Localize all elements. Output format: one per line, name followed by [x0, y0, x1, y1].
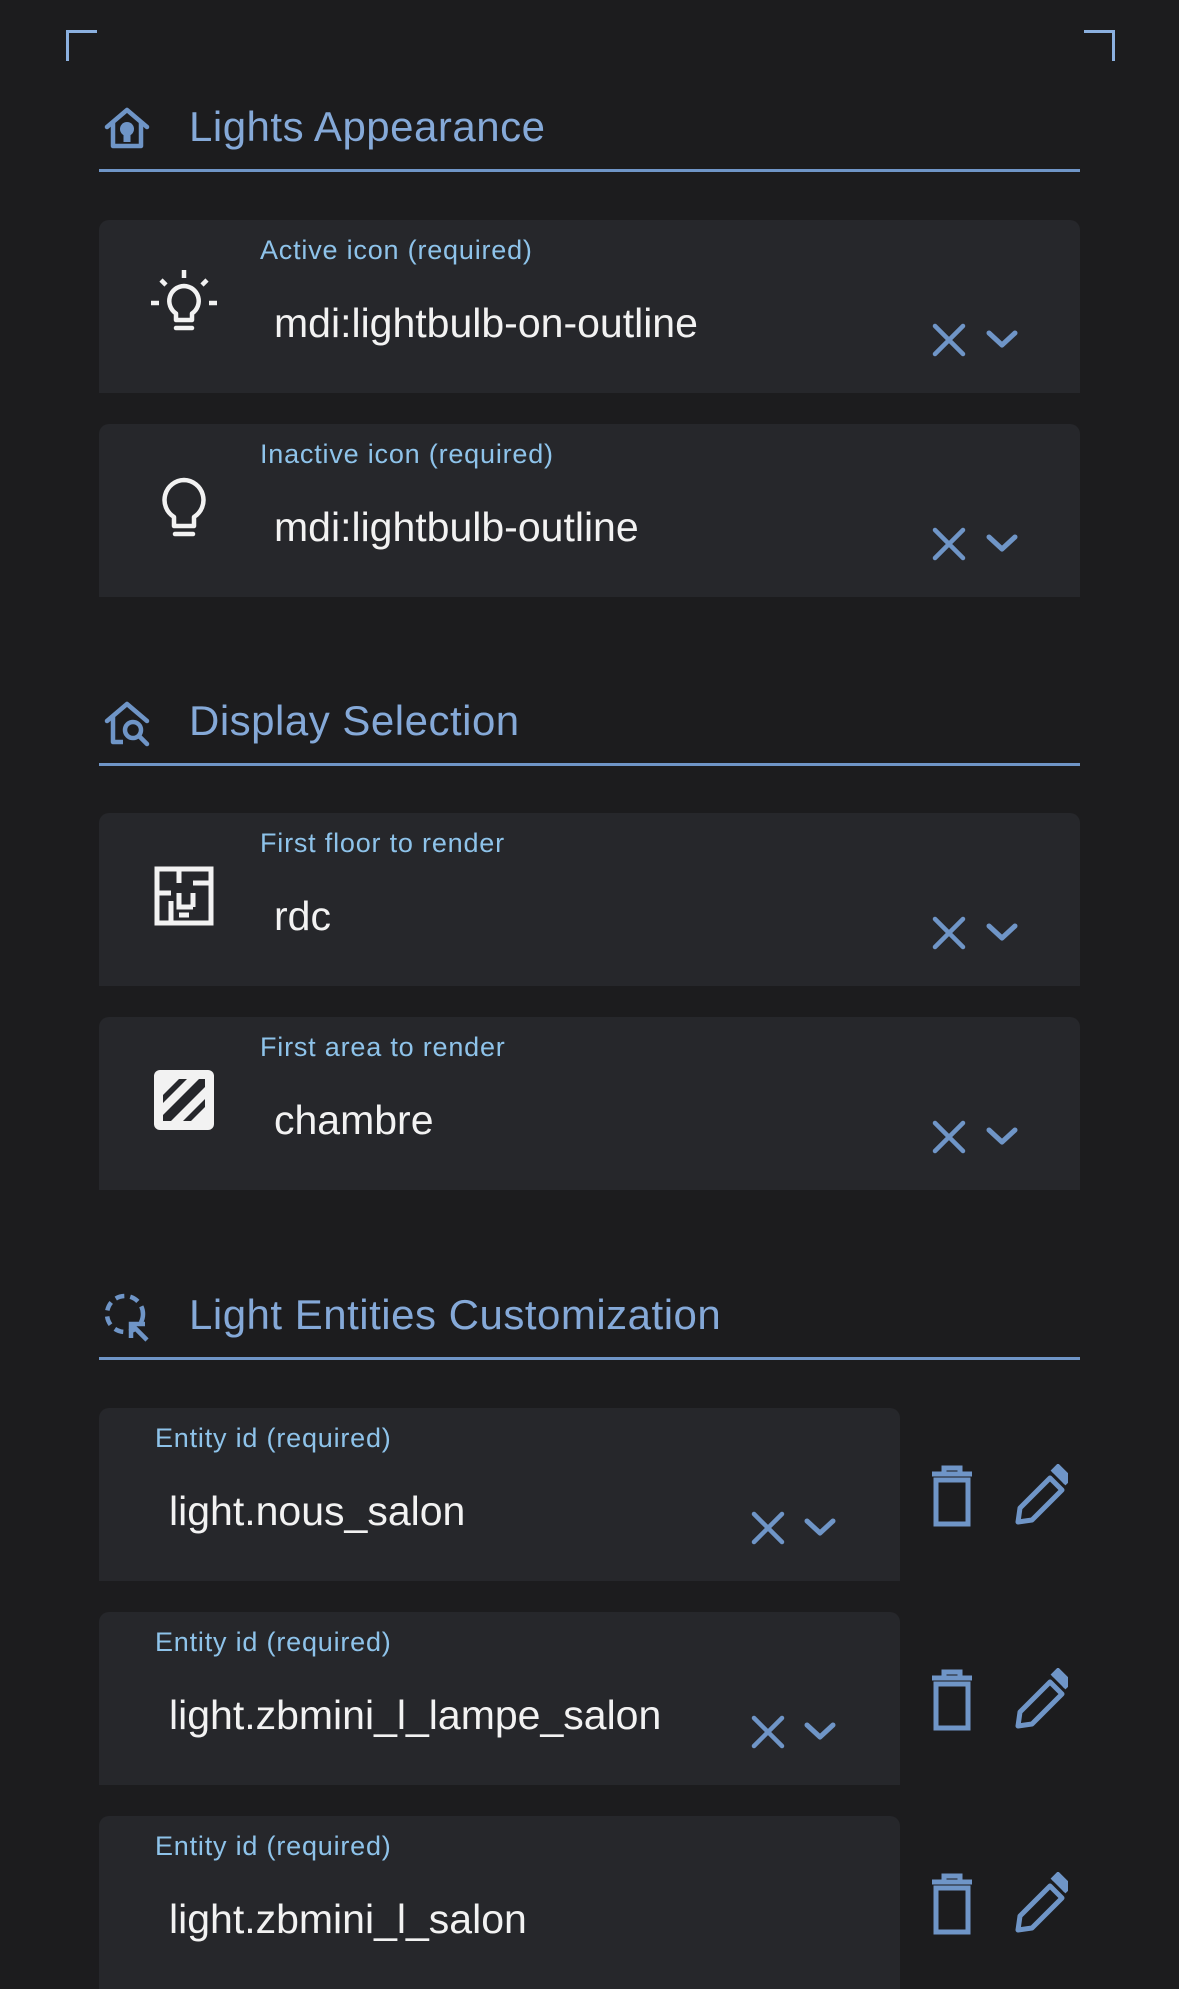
- home-lightbulb-icon: [101, 102, 153, 154]
- close-icon[interactable]: [929, 320, 969, 360]
- section-title: Light Entities Customization: [189, 1291, 722, 1338]
- field-label: First area to render: [260, 1032, 506, 1062]
- field-label: First floor to render: [260, 828, 505, 858]
- trash-can-icon[interactable]: [924, 1464, 980, 1528]
- chevron-down-icon[interactable]: [984, 919, 1020, 945]
- corner-marker-top-left: [66, 30, 97, 61]
- chevron-down-icon[interactable]: [984, 1123, 1020, 1149]
- field-value[interactable]: mdi:lightbulb-on-outline: [274, 298, 698, 348]
- entity-field[interactable]: Entity id (required) light.zbmini_l_lamp…: [99, 1612, 900, 1785]
- first-floor-field[interactable]: First floor to render rdc: [99, 813, 1080, 986]
- lightbulb-outline-icon: [149, 472, 219, 542]
- close-icon[interactable]: [929, 913, 969, 953]
- field-value[interactable]: light.nous_salon: [169, 1486, 465, 1536]
- pencil-icon[interactable]: [1012, 1872, 1068, 1936]
- inactive-icon-field[interactable]: Inactive icon (required) mdi:lightbulb-o…: [99, 424, 1080, 597]
- pencil-icon[interactable]: [1012, 1668, 1068, 1732]
- field-value[interactable]: light.zbmini_l_lampe_salon: [169, 1690, 661, 1740]
- field-value[interactable]: mdi:lightbulb-outline: [274, 502, 639, 552]
- entity-field[interactable]: Entity id (required) light.nous_salon: [99, 1408, 900, 1581]
- chevron-down-icon[interactable]: [984, 530, 1020, 556]
- trash-can-icon[interactable]: [924, 1668, 980, 1732]
- close-icon[interactable]: [929, 524, 969, 564]
- field-value[interactable]: chambre: [274, 1095, 434, 1145]
- home-search-icon: [101, 696, 153, 748]
- chevron-down-icon[interactable]: [984, 326, 1020, 352]
- chevron-down-icon[interactable]: [802, 1514, 838, 1540]
- field-label: Active icon (required): [260, 235, 533, 265]
- field-label: Inactive icon (required): [260, 439, 554, 469]
- selection-ellipse-arrow-icon: [101, 1290, 153, 1342]
- field-label: Entity id (required): [155, 1423, 392, 1453]
- section-light-entities: Light Entities Customization: [99, 1288, 1080, 1360]
- active-icon-field[interactable]: Active icon (required) mdi:lightbulb-on-…: [99, 220, 1080, 393]
- section-display-selection: Display Selection: [99, 694, 1080, 766]
- entity-field[interactable]: Entity id (required) light.zbmini_l_salo…: [99, 1816, 900, 1989]
- chevron-down-icon[interactable]: [802, 1718, 838, 1744]
- lightbulb-on-outline-icon: [149, 268, 219, 338]
- close-icon[interactable]: [929, 1117, 969, 1157]
- field-label: Entity id (required): [155, 1627, 392, 1657]
- field-value[interactable]: light.zbmini_l_salon: [169, 1894, 527, 1944]
- section-title: Display Selection: [189, 697, 520, 744]
- section-lights-appearance: Lights Appearance: [99, 100, 1080, 172]
- close-icon[interactable]: [748, 1508, 788, 1548]
- field-label: Entity id (required): [155, 1831, 392, 1861]
- corner-marker-top-right: [1084, 30, 1115, 61]
- close-icon[interactable]: [748, 1712, 788, 1752]
- floor-plan-icon: [149, 861, 219, 931]
- trash-can-icon[interactable]: [924, 1872, 980, 1936]
- pencil-icon[interactable]: [1012, 1464, 1068, 1528]
- texture-box-icon: [149, 1065, 219, 1135]
- first-area-field[interactable]: First area to render chambre: [99, 1017, 1080, 1190]
- section-title: Lights Appearance: [189, 103, 546, 150]
- field-value[interactable]: rdc: [274, 891, 331, 941]
